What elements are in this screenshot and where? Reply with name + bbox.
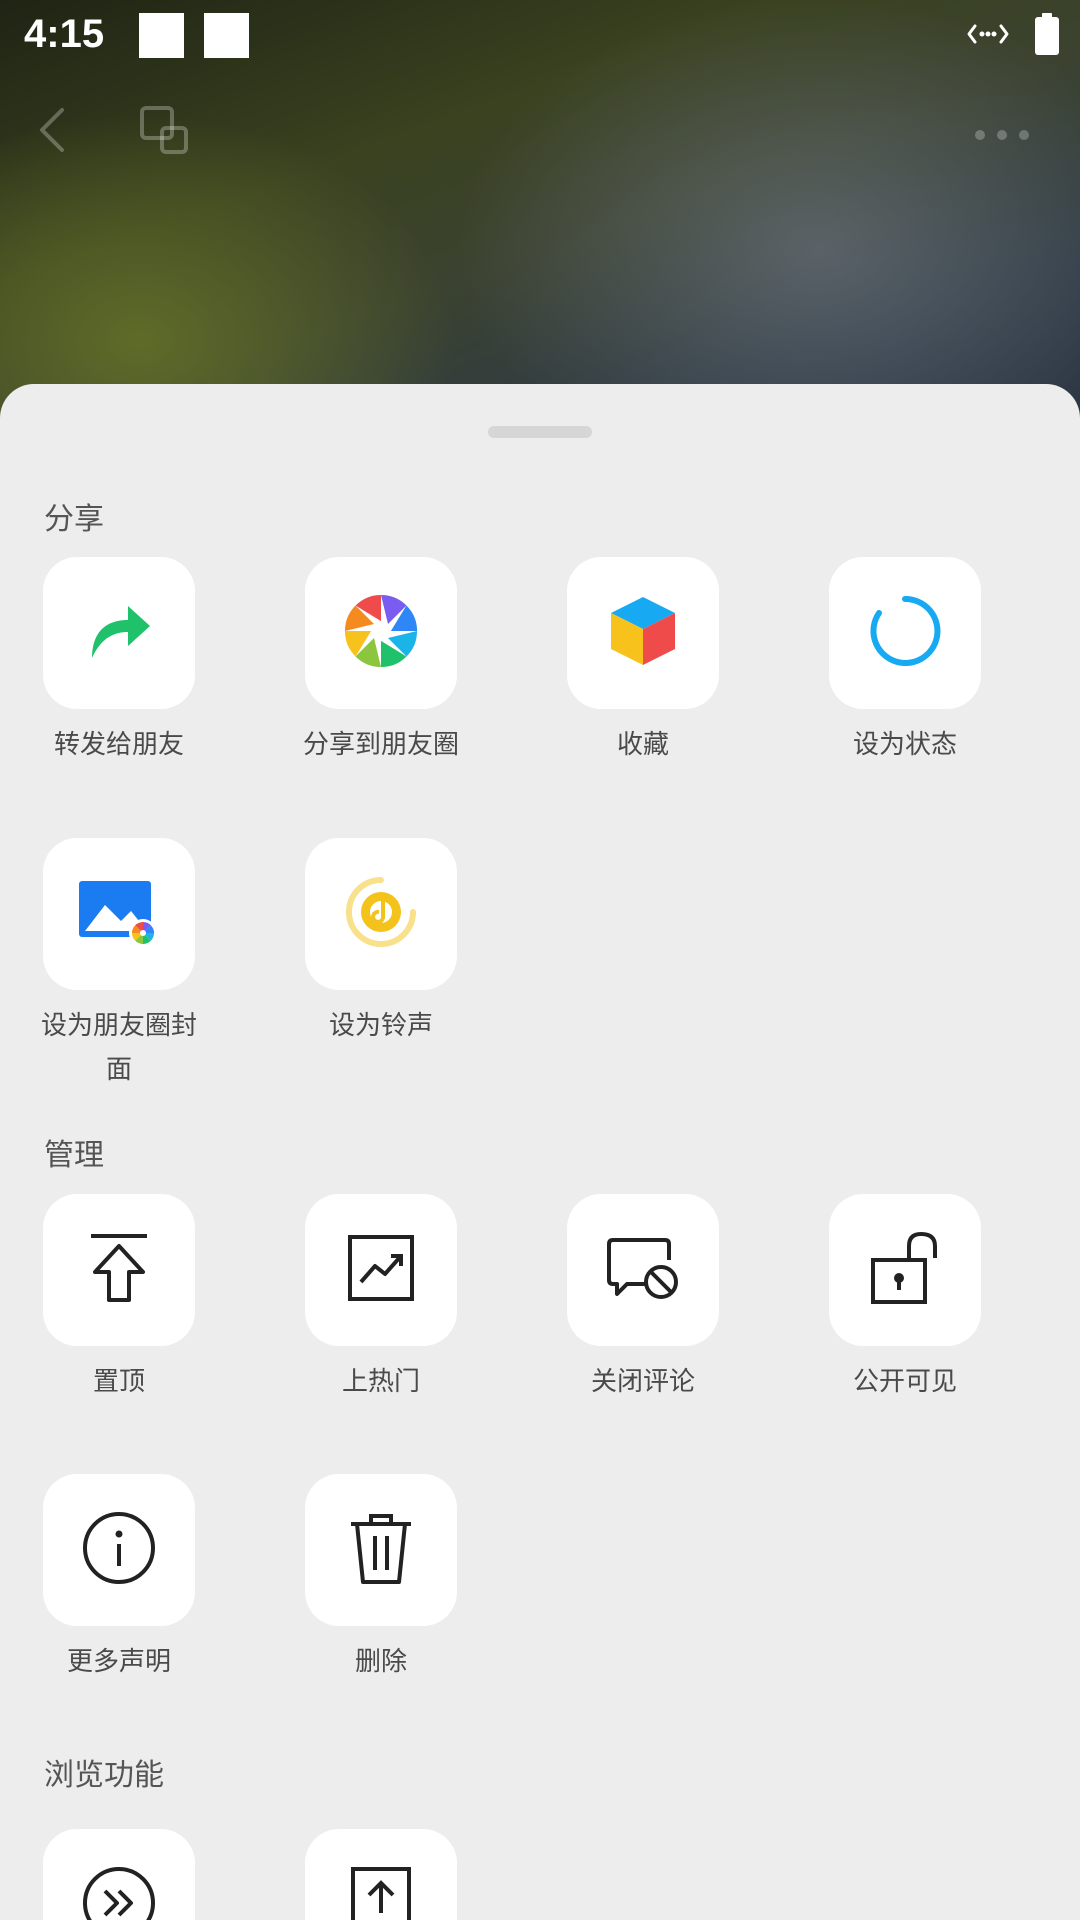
tile-label: 关闭评论: [590, 1367, 695, 1397]
battery-icon: [1034, 13, 1060, 59]
tile-label: 分享到朋友圈: [302, 730, 459, 760]
moments-cover-icon: [77, 877, 161, 951]
delete-button[interactable]: 删除: [305, 1474, 457, 1684]
favorites-button[interactable]: 收藏: [567, 557, 719, 767]
tile-label: 上热门: [341, 1367, 420, 1397]
notification-icon: [204, 13, 249, 58]
tile-label: 置顶: [92, 1367, 145, 1397]
set-as-ringtone-button[interactable]: 设为铃声: [305, 838, 457, 1048]
fast-forward-icon: [81, 1865, 157, 1920]
tile-label: 设为朋友圈封面: [40, 1011, 197, 1085]
status-ring-icon: [867, 593, 943, 673]
tile-label: 收藏: [616, 730, 669, 760]
sheet-drag-handle[interactable]: [488, 426, 592, 438]
section-title-manage: 管理: [44, 1138, 104, 1173]
tile-label: 设为状态: [852, 730, 957, 760]
action-sheet: 分享 转发给朋友 分享到朋友圈 收藏 设为状态 设为朋友圈封面 设为铃声 管理 …: [0, 384, 1080, 1920]
trash-icon: [349, 1510, 413, 1590]
tile-label: 删除: [354, 1647, 407, 1677]
set-as-status-button[interactable]: 设为状态: [829, 557, 981, 767]
boost-trending-button[interactable]: 上热门: [305, 1194, 457, 1404]
fast-forward-button[interactable]: [43, 1829, 195, 1920]
video-top-nav: [0, 92, 1080, 172]
favorites-cube-icon: [607, 593, 679, 673]
notification-icon: [139, 13, 184, 58]
status-bar: 4:15: [0, 0, 1080, 78]
tile-label: 更多声明: [66, 1647, 171, 1677]
forward-arrow-icon: [84, 596, 154, 670]
comments-off-icon: [605, 1234, 681, 1306]
status-time: 4:15: [24, 12, 105, 56]
set-as-moments-cover-button[interactable]: 设为朋友圈封面: [41, 838, 197, 1092]
info-icon: [81, 1510, 157, 1590]
section-title-browse: 浏览功能: [44, 1758, 164, 1793]
pin-top-icon: [87, 1230, 151, 1310]
ringtone-icon: [343, 874, 419, 954]
data-transfer-icon: [966, 19, 1010, 53]
unlock-icon: [869, 1230, 941, 1310]
more-statements-button[interactable]: 更多声明: [43, 1474, 195, 1684]
back-icon[interactable]: [34, 104, 70, 160]
tile-label: 公开可见: [852, 1367, 957, 1397]
tile-label: 转发给朋友: [53, 730, 184, 760]
tile-label: 设为铃声: [328, 1011, 433, 1041]
upload-button[interactable]: [305, 1829, 457, 1920]
trending-chart-icon: [347, 1234, 415, 1306]
multi-window-icon[interactable]: [138, 104, 192, 162]
more-options-icon[interactable]: [974, 126, 1030, 145]
moments-aperture-icon: [343, 593, 419, 673]
section-title-share: 分享: [44, 502, 104, 537]
upload-icon: [349, 1865, 413, 1920]
close-comments-button[interactable]: 关闭评论: [567, 1194, 719, 1404]
public-visibility-button[interactable]: 公开可见: [829, 1194, 981, 1404]
forward-to-friend-button[interactable]: 转发给朋友: [43, 557, 195, 767]
pin-to-top-button[interactable]: 置顶: [43, 1194, 195, 1404]
share-to-moments-button[interactable]: 分享到朋友圈: [303, 557, 459, 767]
